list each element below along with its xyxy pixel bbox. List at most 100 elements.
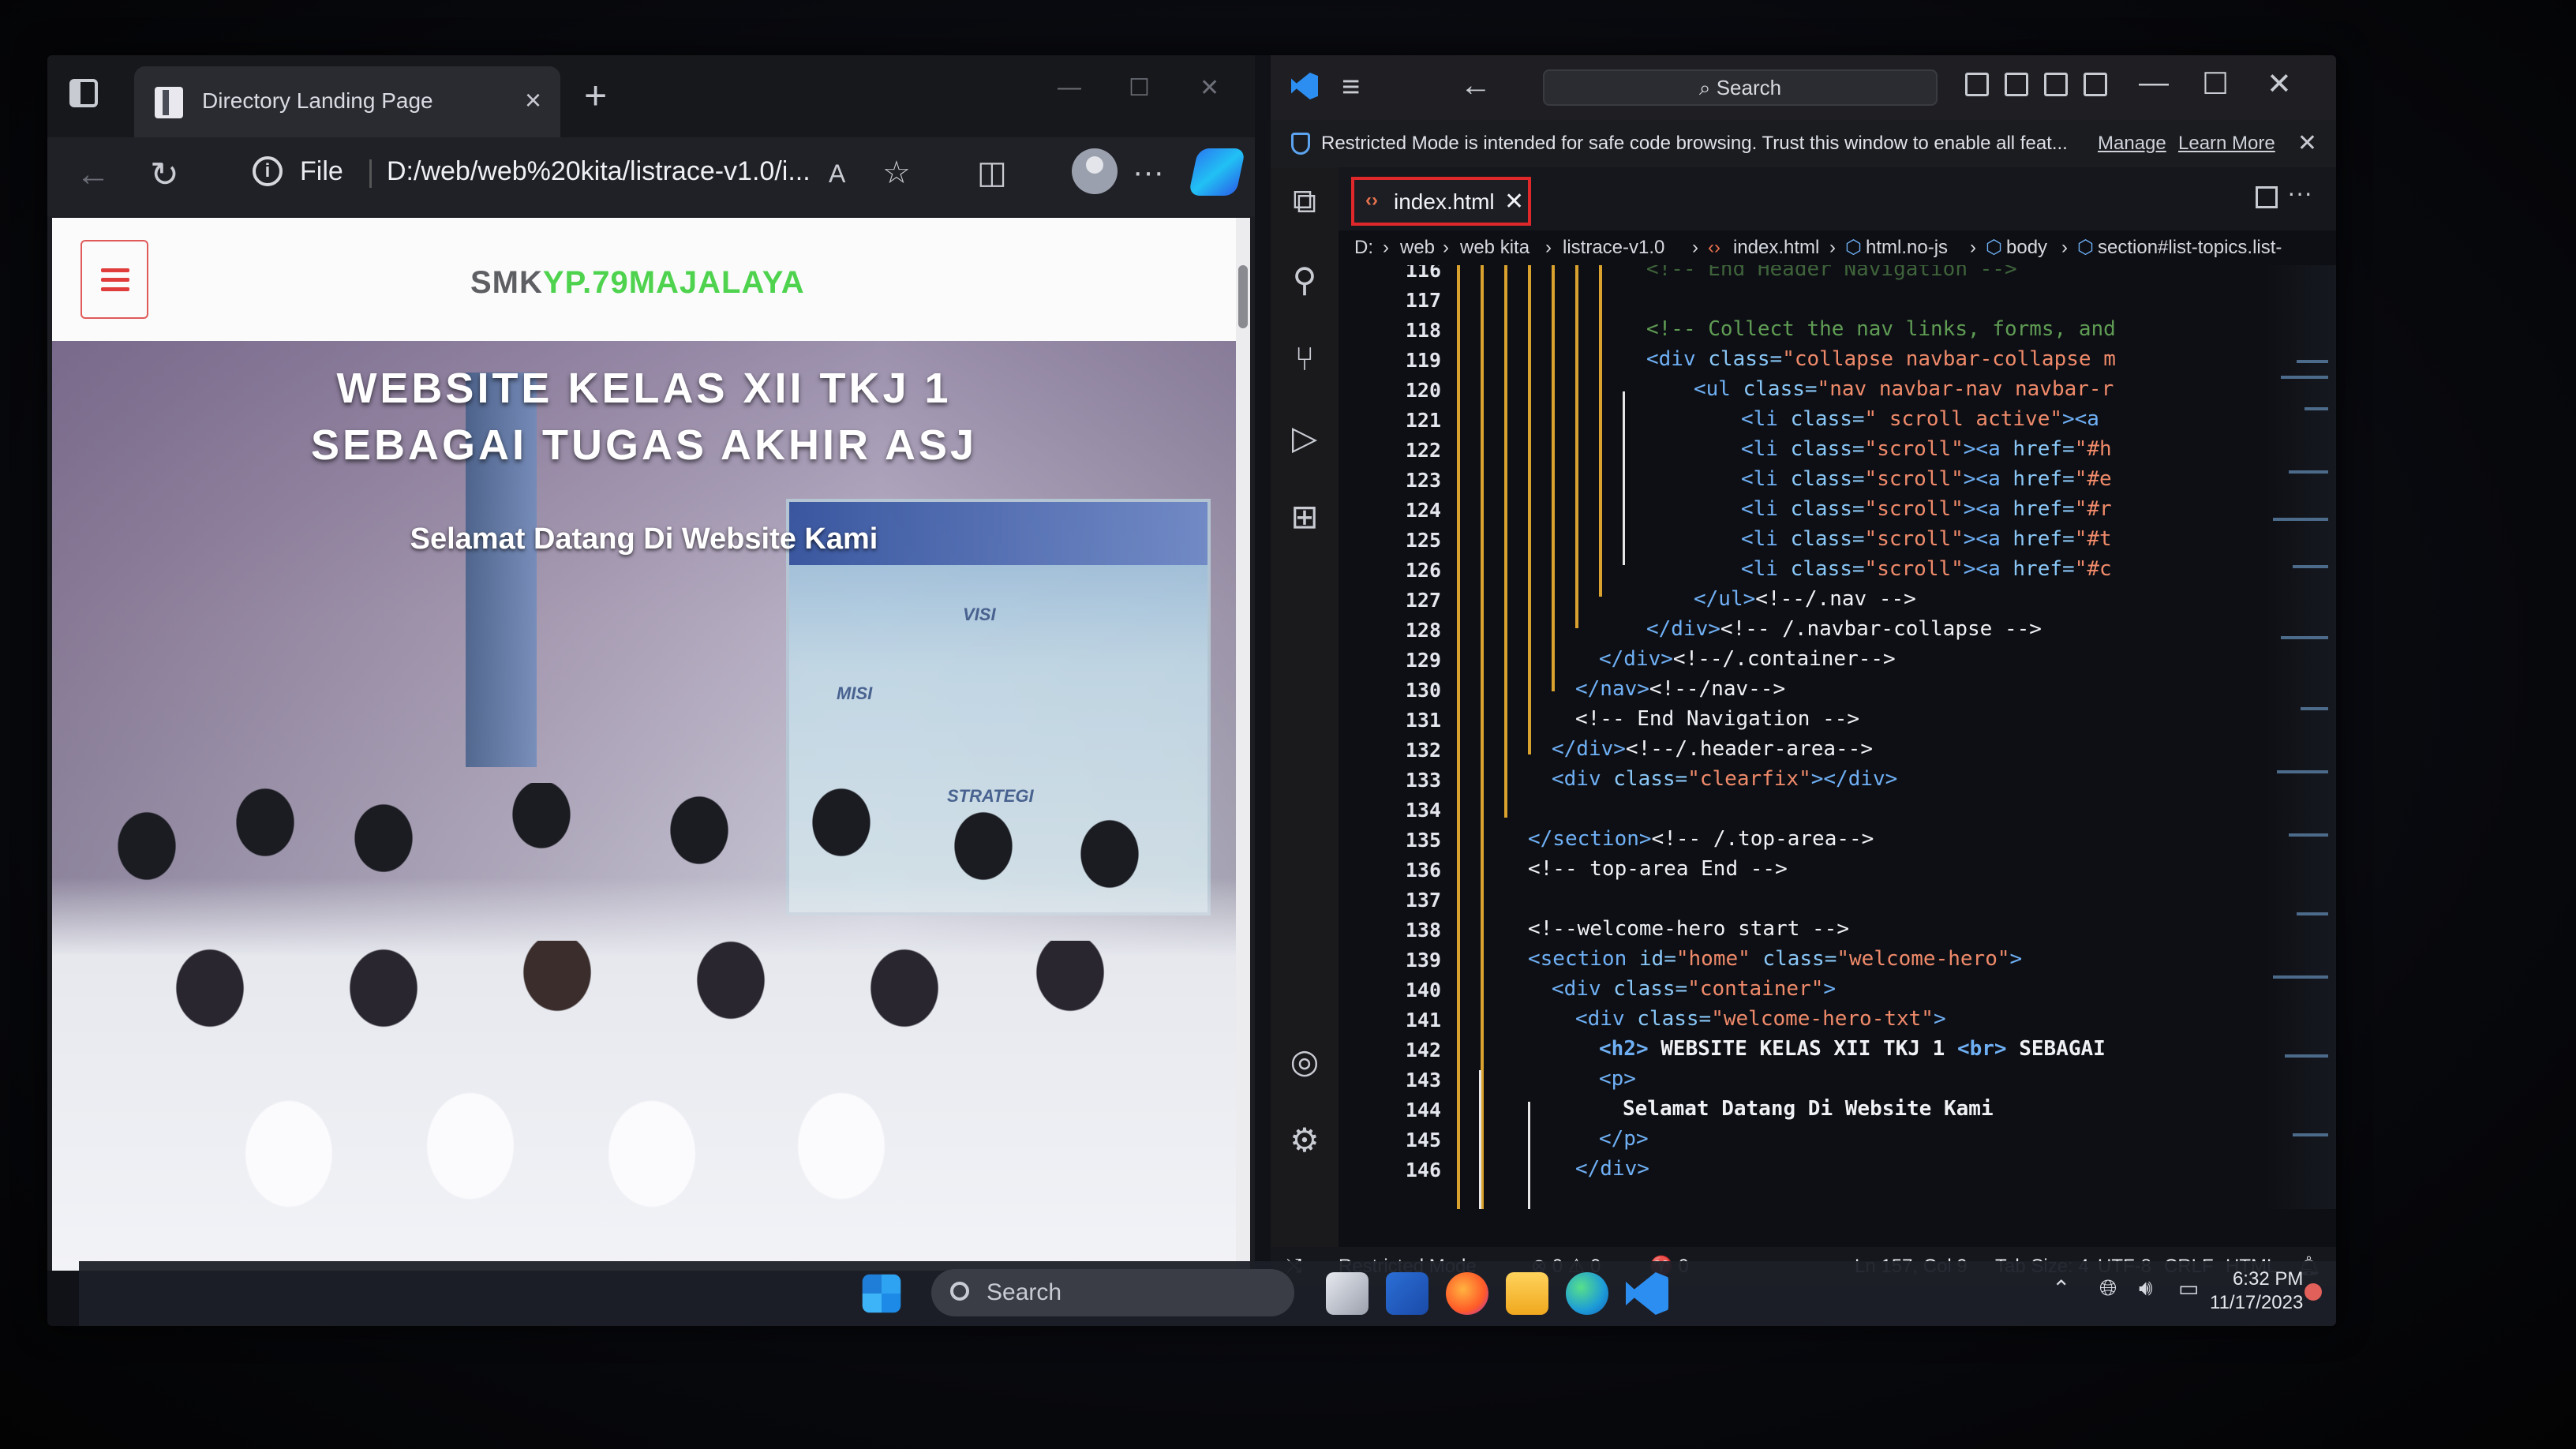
start-windows-icon[interactable]	[862, 1274, 901, 1313]
favorite-star-icon[interactable]: ☆	[882, 155, 911, 191]
notification-dot-icon[interactable]	[2305, 1283, 2322, 1301]
system-clock[interactable]: 6:32 PM 11/17/2023	[2210, 1267, 2303, 1315]
toggle-panel-icon[interactable]	[2005, 73, 2028, 96]
minimap[interactable]	[2265, 265, 2336, 1209]
indent-guide	[1528, 1102, 1530, 1209]
copilot-icon[interactable]	[1188, 148, 1246, 196]
minimize-icon[interactable]: —	[1058, 74, 1081, 101]
site-brand[interactable]: SMKYP.79MAJALAYA	[470, 265, 805, 301]
editor-tab-close-icon[interactable]: ✕	[1504, 188, 1524, 215]
html-file-icon: ‹›	[1365, 189, 1378, 211]
indent-guide	[1481, 265, 1484, 1209]
tab-actions-icon[interactable]	[69, 79, 98, 107]
vscode-title-bar: ≡ ← ⌕ Search — ☐ ✕	[1271, 55, 2336, 120]
search-icon[interactable]: ⚲	[1286, 262, 1323, 298]
profile-avatar-icon[interactable]	[1072, 148, 1118, 194]
indent-guide	[1575, 265, 1578, 628]
editor-tab-index-html[interactable]: ‹› index.html ✕	[1351, 177, 1531, 226]
line-number: 128	[1405, 619, 1441, 642]
close-window-icon[interactable]: ✕	[1200, 74, 1219, 102]
accounts-icon[interactable]: ◎	[1286, 1043, 1323, 1080]
edge-icon[interactable]	[1566, 1272, 1608, 1315]
element-icon: ⬡	[1986, 237, 2002, 258]
explorer-icon[interactable]: ⧉	[1286, 183, 1323, 219]
breadcrumb-item[interactable]: web kita	[1460, 230, 1530, 265]
editor-more-actions-icon[interactable]: ···	[2287, 178, 2312, 208]
browser-tab[interactable]: Directory Landing Page ×	[134, 66, 560, 137]
class-photo-hijabs	[210, 1067, 999, 1271]
breadcrumb-item[interactable]: web	[1400, 230, 1435, 265]
vscode-taskbar-icon[interactable]	[1626, 1272, 1668, 1315]
code-line: <ul class="nav navbar-nav navbar-r	[1694, 377, 2114, 401]
code-line: <section id="home" class="welcome-hero">	[1528, 947, 2023, 971]
show-hidden-icons-chevron-icon[interactable]: ⌃	[2052, 1275, 2070, 1301]
info-icon[interactable]: i	[253, 156, 283, 186]
task-view-icon[interactable]	[1326, 1272, 1368, 1315]
back-icon[interactable]: ←	[76, 155, 110, 194]
breadcrumb-item[interactable]: section#list-topics.list-	[2098, 230, 2282, 265]
read-aloud-icon[interactable]: A	[829, 159, 845, 189]
code-line: <!-- End Header Navigation -->	[1646, 265, 2017, 281]
breadcrumb-item[interactable]: body	[2006, 230, 2047, 265]
element-icon: ⬡	[2077, 237, 2094, 258]
code-line: Selamat Datang Di Website Kami	[1623, 1097, 1994, 1121]
file-explorer-icon[interactable]	[1506, 1272, 1548, 1315]
toggle-sidebar-icon[interactable]	[1965, 73, 1989, 96]
address-input[interactable]: D:/web/web%20kita/listrace-v1.0/i...	[387, 156, 811, 187]
welcome-hero: VISI MISI STRATEGI WEBSITE KELAS XII TKJ…	[52, 341, 1236, 1271]
taskbar-search-input[interactable]: Search	[931, 1269, 1294, 1316]
scrollbar-thumb[interactable]	[1238, 265, 1248, 328]
settings-gear-icon[interactable]: ⚙	[1286, 1122, 1323, 1159]
more-icon[interactable]: ···	[1133, 155, 1164, 190]
run-debug-icon[interactable]: ▷	[1286, 420, 1323, 456]
code-line: <!--welcome-hero start -->	[1528, 917, 1849, 941]
maximize-icon[interactable]: ☐	[1129, 74, 1150, 102]
hero-title-line-1: WEBSITE KELAS XII TKJ 1	[336, 365, 952, 412]
breadcrumb-item[interactable]: listrace-v1.0	[1563, 230, 1664, 265]
breadcrumb-item[interactable]: D:	[1354, 230, 1373, 265]
restricted-mode-banner: Restricted Mode is intended for safe cod…	[1271, 120, 2336, 167]
line-number: 146	[1405, 1159, 1441, 1181]
breadcrumb-item[interactable]: index.html	[1733, 230, 1819, 265]
search-icon	[950, 1282, 969, 1301]
command-search-input[interactable]: ⌕ Search	[1543, 69, 1938, 106]
customize-layout-icon[interactable]	[2084, 73, 2107, 96]
hero-subtitle: Selamat Datang Di Website Kami	[410, 522, 878, 556]
code-line: </nav><!--/nav-->	[1575, 677, 1786, 701]
menu-icon[interactable]: ≡	[1342, 69, 1360, 105]
new-tab-button[interactable]: +	[584, 73, 607, 118]
battery-icon[interactable]: ▭	[2178, 1275, 2199, 1301]
network-globe-icon[interactable]: 🌐︎	[2099, 1275, 2117, 1301]
manage-link[interactable]: Manage	[2098, 120, 2166, 167]
volume-icon[interactable]: 🔊︎	[2139, 1275, 2153, 1301]
split-screen-icon[interactable]: ◫	[977, 155, 1007, 191]
word-icon[interactable]	[1386, 1272, 1428, 1315]
line-number: 129	[1405, 649, 1441, 672]
toggle-secondary-sidebar-icon[interactable]	[2044, 73, 2068, 96]
close-window-icon[interactable]: ✕	[2267, 66, 2292, 102]
extensions-icon[interactable]: ⊞	[1286, 499, 1323, 535]
split-editor-icon[interactable]	[2256, 186, 2278, 208]
indent-guide	[1552, 265, 1555, 691]
back-arrow-icon[interactable]: ←	[1460, 68, 1492, 103]
hamburger-menu-button[interactable]	[80, 240, 148, 319]
minimize-icon[interactable]: —	[2139, 66, 2169, 100]
code-editor[interactable]: 116 117 118 119 120 121 122 123 124 125 …	[1339, 265, 2336, 1209]
line-number: 124	[1405, 499, 1441, 522]
indent-guide	[1623, 391, 1625, 565]
clock-date: 11/17/2023	[2210, 1292, 2304, 1313]
line-number: 120	[1405, 379, 1441, 402]
source-control-icon[interactable]: ⑂	[1286, 341, 1323, 377]
reload-icon[interactable]: ↻	[150, 155, 179, 195]
line-number: 125	[1405, 529, 1441, 552]
breadcrumb-item[interactable]: html.no-js	[1866, 230, 1948, 265]
firefox-icon[interactable]	[1446, 1272, 1488, 1315]
vscode-window: ≡ ← ⌕ Search — ☐ ✕ Restricted Mode is in…	[1271, 55, 2336, 1286]
learn-more-link[interactable]: Learn More	[2178, 120, 2275, 167]
page-scrollbar[interactable]	[1236, 218, 1250, 1271]
taskbar-search-label: Search	[987, 1279, 1062, 1305]
clock-time: 6:32 PM	[2232, 1268, 2304, 1290]
close-banner-icon[interactable]: ✕	[2297, 120, 2317, 167]
maximize-icon[interactable]: ☐	[2202, 66, 2229, 102]
tab-close-button[interactable]: ×	[525, 84, 541, 117]
